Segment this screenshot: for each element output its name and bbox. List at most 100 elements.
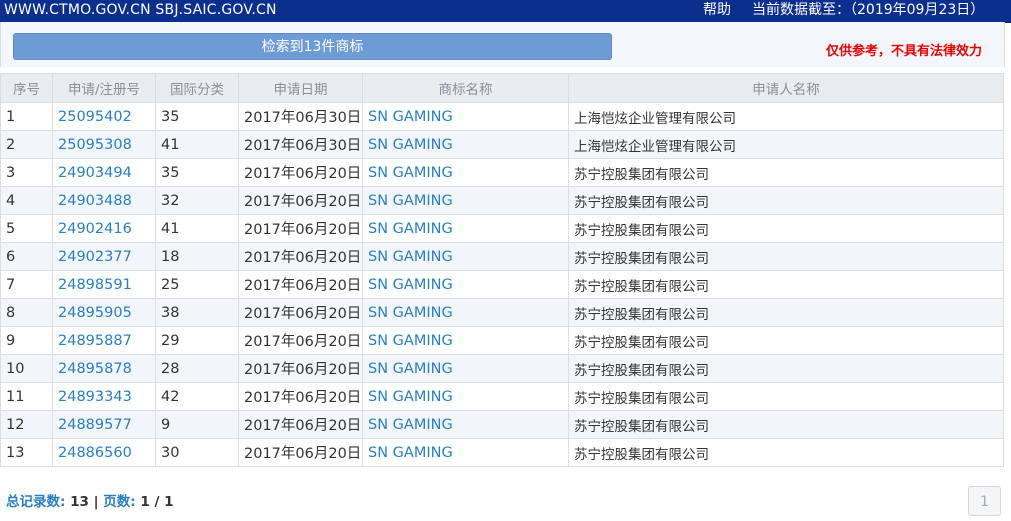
footer-separator: | bbox=[93, 494, 99, 510]
cell-mark-name-link[interactable]: SN GAMING bbox=[362, 326, 569, 355]
cell-applicant: 苏宁控股集团有限公司 bbox=[568, 158, 1004, 187]
cell-applicant: 苏宁控股集团有限公司 bbox=[568, 354, 1004, 383]
header-applicant[interactable]: 申请人名称 bbox=[568, 73, 1004, 103]
cell-mark-name-link[interactable]: SN GAMING bbox=[362, 242, 569, 271]
cell-mark-name-link[interactable]: SN GAMING bbox=[362, 270, 569, 299]
cell-class: 28 bbox=[155, 354, 239, 383]
cell-reg-no-link[interactable]: 24886560 bbox=[52, 438, 156, 467]
cell-class: 41 bbox=[155, 214, 239, 243]
cell-mark-name-link[interactable]: SN GAMING bbox=[362, 158, 569, 187]
cell-date: 2017年06月20日 bbox=[238, 326, 363, 355]
cell-class: 30 bbox=[155, 438, 239, 467]
cell-date: 2017年06月20日 bbox=[238, 438, 363, 467]
cell-class: 18 bbox=[155, 242, 239, 271]
cell-class: 25 bbox=[155, 270, 239, 299]
table-row: 4 24903488 32 2017年06月20日 SN GAMING 苏宁控股集团有限公… bbox=[0, 186, 1004, 215]
cell-applicant: 苏宁控股集团有限公司 bbox=[568, 410, 1004, 439]
cell-applicant: 苏宁控股集团有限公司 bbox=[568, 298, 1004, 327]
page-1-button[interactable]: 1 bbox=[968, 486, 1001, 516]
results-table: 序号 申请/注册号 国际分类 申请日期 商标名称 申请人名称 1 25095402… bbox=[0, 73, 1004, 467]
cell-reg-no-link[interactable]: 24895905 bbox=[52, 298, 156, 327]
table-row: 2 25095308 41 2017年06月30日 SN GAMING 上海恺炫企业管理有… bbox=[0, 130, 1004, 159]
cell-mark-name-link[interactable]: SN GAMING bbox=[362, 354, 569, 383]
cell-seq: 2 bbox=[0, 130, 53, 159]
cell-mark-name-link[interactable]: SN GAMING bbox=[362, 382, 569, 411]
site-urls: WWW.CTMO.GOV.CN SBJ.SAIC.GOV.CN bbox=[4, 2, 277, 18]
top-bar: WWW.CTMO.GOV.CN SBJ.SAIC.GOV.CN 帮助 当前数据截… bbox=[0, 0, 1011, 23]
cell-seq: 8 bbox=[0, 298, 53, 327]
total-records-label: 总记录数: bbox=[6, 494, 66, 510]
pagination-summary: 总记录数: 13 | 页数: 1 / 1 bbox=[6, 490, 173, 510]
cell-applicant: 苏宁控股集团有限公司 bbox=[568, 438, 1004, 467]
cell-mark-name-link[interactable]: SN GAMING bbox=[362, 102, 569, 131]
cell-seq: 12 bbox=[0, 410, 53, 439]
total-records-value: 13 bbox=[70, 494, 89, 510]
cell-applicant: 苏宁控股集团有限公司 bbox=[568, 242, 1004, 271]
table-row: 9 24895887 29 2017年06月20日 SN GAMING 苏宁控股集团有限公… bbox=[0, 326, 1004, 355]
cell-mark-name-link[interactable]: SN GAMING bbox=[362, 214, 569, 243]
header-reg-no[interactable]: 申请/注册号 bbox=[52, 73, 156, 103]
cell-applicant: 上海恺炫企业管理有限公司 bbox=[568, 102, 1004, 131]
page-count-value: 1 / 1 bbox=[140, 494, 174, 510]
cell-seq: 6 bbox=[0, 242, 53, 271]
header-seq[interactable]: 序号 bbox=[0, 73, 53, 103]
header-date[interactable]: 申请日期 bbox=[238, 73, 363, 103]
cell-class: 38 bbox=[155, 298, 239, 327]
cell-reg-no-link[interactable]: 24902416 bbox=[52, 214, 156, 243]
cell-reg-no-link[interactable]: 24889577 bbox=[52, 410, 156, 439]
cell-mark-name-link[interactable]: SN GAMING bbox=[362, 298, 569, 327]
table-row: 10 24895878 28 2017年06月20日 SN GAMING 苏宁控股集团有限… bbox=[0, 354, 1004, 383]
cell-seq: 11 bbox=[0, 382, 53, 411]
cell-date: 2017年06月20日 bbox=[238, 242, 363, 271]
table-row: 7 24898591 25 2017年06月20日 SN GAMING 苏宁控股集团有限公… bbox=[0, 270, 1004, 299]
table-row: 11 24893343 42 2017年06月20日 SN GAMING 苏宁控股集团有限… bbox=[0, 382, 1004, 411]
cell-reg-no-link[interactable]: 24903488 bbox=[52, 186, 156, 215]
cell-seq: 7 bbox=[0, 270, 53, 299]
cell-reg-no-link[interactable]: 24895878 bbox=[52, 354, 156, 383]
disclaimer-text: 仅供参考，不具有法律效力 bbox=[826, 44, 983, 59]
cell-class: 32 bbox=[155, 186, 239, 215]
cell-reg-no-link[interactable]: 24895887 bbox=[52, 326, 156, 355]
table-row: 6 24902377 18 2017年06月20日 SN GAMING 苏宁控股集团有限公… bbox=[0, 242, 1004, 271]
cell-reg-no-link[interactable]: 25095402 bbox=[52, 102, 156, 131]
cell-applicant: 苏宁控股集团有限公司 bbox=[568, 382, 1004, 411]
cell-reg-no-link[interactable]: 24893343 bbox=[52, 382, 156, 411]
cell-mark-name-link[interactable]: SN GAMING bbox=[362, 410, 569, 439]
table-row: 1 25095402 35 2017年06月30日 SN GAMING 上海恺炫企业管理有… bbox=[0, 102, 1004, 131]
cell-date: 2017年06月20日 bbox=[238, 298, 363, 327]
cell-seq: 1 bbox=[0, 102, 53, 131]
cell-mark-name-link[interactable]: SN GAMING bbox=[362, 438, 569, 467]
cell-class: 41 bbox=[155, 130, 239, 159]
cell-mark-name-link[interactable]: SN GAMING bbox=[362, 186, 569, 215]
cell-date: 2017年06月20日 bbox=[238, 214, 363, 243]
cell-applicant: 上海恺炫企业管理有限公司 bbox=[568, 130, 1004, 159]
table-row: 12 24889577 9 2017年06月20日 SN GAMING 苏宁控股集团有限公… bbox=[0, 410, 1004, 439]
table-row: 13 24886560 30 2017年06月20日 SN GAMING 苏宁控股集团有限… bbox=[0, 438, 1004, 467]
cell-reg-no-link[interactable]: 25095308 bbox=[52, 130, 156, 159]
cell-class: 42 bbox=[155, 382, 239, 411]
help-link[interactable]: 帮助 bbox=[703, 0, 731, 20]
cell-date: 2017年06月20日 bbox=[238, 270, 363, 299]
table-row: 3 24903494 35 2017年06月20日 SN GAMING 苏宁控股集团有限公… bbox=[0, 158, 1004, 187]
table-row: 5 24902416 41 2017年06月20日 SN GAMING 苏宁控股集团有限公… bbox=[0, 214, 1004, 243]
cell-seq: 13 bbox=[0, 438, 53, 467]
cell-class: 35 bbox=[155, 158, 239, 187]
cell-date: 2017年06月20日 bbox=[238, 186, 363, 215]
cell-reg-no-link[interactable]: 24902377 bbox=[52, 242, 156, 271]
header-class[interactable]: 国际分类 bbox=[155, 73, 239, 103]
header-mark-name[interactable]: 商标名称 bbox=[362, 73, 569, 103]
cell-date: 2017年06月20日 bbox=[238, 158, 363, 187]
cell-seq: 4 bbox=[0, 186, 53, 215]
data-date-label: 当前数据截至：（2019年09月23日） bbox=[752, 2, 985, 18]
table-header-row: 序号 申请/注册号 国际分类 申请日期 商标名称 申请人名称 bbox=[0, 73, 1004, 103]
cell-reg-no-link[interactable]: 24898591 bbox=[52, 270, 156, 299]
cell-date: 2017年06月20日 bbox=[238, 354, 363, 383]
cell-class: 9 bbox=[155, 410, 239, 439]
cell-mark-name-link[interactable]: SN GAMING bbox=[362, 130, 569, 159]
cell-class: 29 bbox=[155, 326, 239, 355]
cell-applicant: 苏宁控股集团有限公司 bbox=[568, 214, 1004, 243]
cell-applicant: 苏宁控股集团有限公司 bbox=[568, 270, 1004, 299]
result-count-button[interactable]: 检索到13件商标 bbox=[13, 33, 612, 60]
cell-reg-no-link[interactable]: 24903494 bbox=[52, 158, 156, 187]
cell-applicant: 苏宁控股集团有限公司 bbox=[568, 186, 1004, 215]
